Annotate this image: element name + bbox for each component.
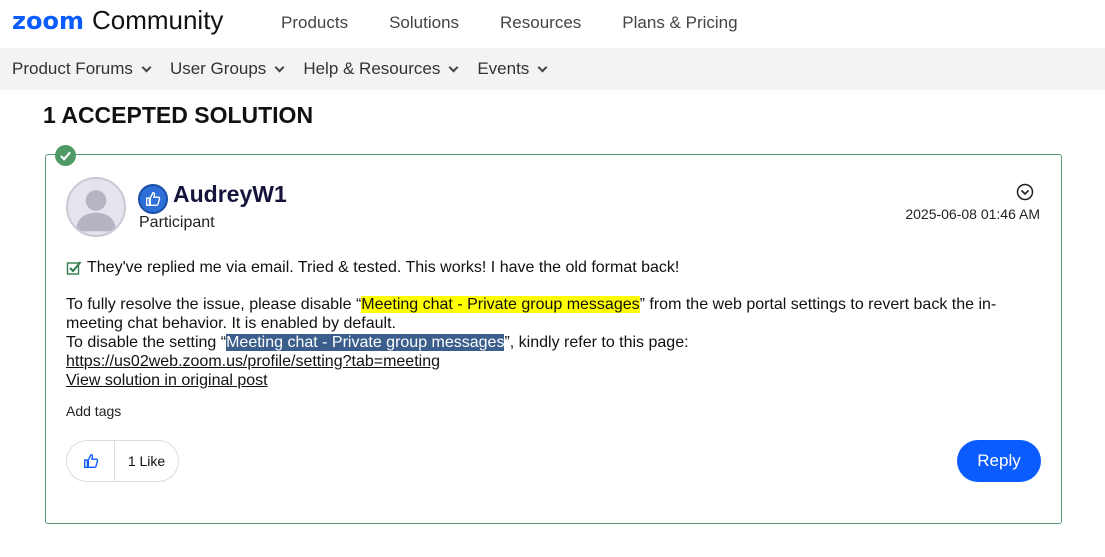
settings-link[interactable]: https://us02web.zoom.us/profile/setting?…: [66, 353, 440, 370]
para2-before: To disable the setting “: [66, 334, 227, 351]
checkbox-icon: [66, 260, 82, 275]
solution-body: To fully resolve the issue, please disab…: [66, 295, 1046, 390]
thumbs-up-rank-icon: [138, 184, 168, 214]
nav-solutions[interactable]: Solutions: [389, 13, 459, 33]
like-control: 1 Like: [66, 440, 179, 482]
section-title: 1 ACCEPTED SOLUTION: [43, 102, 314, 128]
subnav-label: Events: [477, 59, 530, 78]
subnav-user-groups[interactable]: User Groups: [169, 59, 285, 79]
zoom-community-logo[interactable]: zoom Community: [12, 5, 223, 36]
nav-plans-pricing[interactable]: Plans & Pricing: [622, 13, 737, 33]
subnav-label: User Groups: [169, 59, 267, 78]
chevron-down-icon: [274, 62, 285, 72]
chevron-down-icon: [141, 62, 152, 72]
quote-line: They've replied me via email. Tried & te…: [66, 258, 1046, 277]
check-circle-icon: [55, 145, 76, 166]
like-button[interactable]: [67, 441, 115, 481]
selected-setting: Meeting chat - Private group messages: [226, 334, 505, 351]
add-tags-link[interactable]: Add tags: [66, 403, 121, 419]
logo-brand: zoom: [12, 7, 84, 35]
reply-button[interactable]: Reply: [957, 440, 1041, 482]
para1-before: To fully resolve the issue, please disab…: [66, 296, 362, 313]
chevron-down-icon: [537, 62, 548, 72]
quote-text: They've replied me via email. Tried & te…: [87, 259, 680, 276]
nav-products[interactable]: Products: [281, 13, 348, 33]
main-nav: Products Solutions Resources Plans & Pri…: [281, 13, 779, 33]
subnav-label: Help & Resources: [303, 59, 441, 78]
author-name[interactable]: AudreyW1: [173, 181, 287, 208]
subnav-help-resources[interactable]: Help & Resources: [303, 59, 459, 79]
view-solution-link[interactable]: View solution in original post: [66, 372, 268, 389]
top-bar: zoom Community Products Solutions Resour…: [0, 0, 1105, 48]
subnav-product-forums[interactable]: Product Forums: [12, 59, 152, 79]
avatar[interactable]: [66, 177, 126, 237]
author-role: Participant: [139, 214, 215, 231]
nav-resources[interactable]: Resources: [500, 13, 581, 33]
chevron-circle-down-icon[interactable]: [1016, 183, 1034, 201]
chevron-down-icon: [448, 62, 459, 72]
sub-nav: Product Forums User Groups Help & Resour…: [0, 48, 1105, 90]
logo-suffix: Community: [91, 5, 224, 35]
thumbs-up-icon: [83, 454, 98, 468]
like-count[interactable]: 1 Like: [115, 453, 178, 469]
subnav-label: Product Forums: [12, 59, 133, 78]
post-timestamp: 2025-06-08 01:46 AM: [905, 206, 1040, 222]
para2-after: ”, kindly refer to this page:: [504, 334, 689, 351]
subnav-events[interactable]: Events: [477, 59, 548, 79]
highlighted-setting: Meeting chat - Private group messages: [361, 296, 640, 313]
